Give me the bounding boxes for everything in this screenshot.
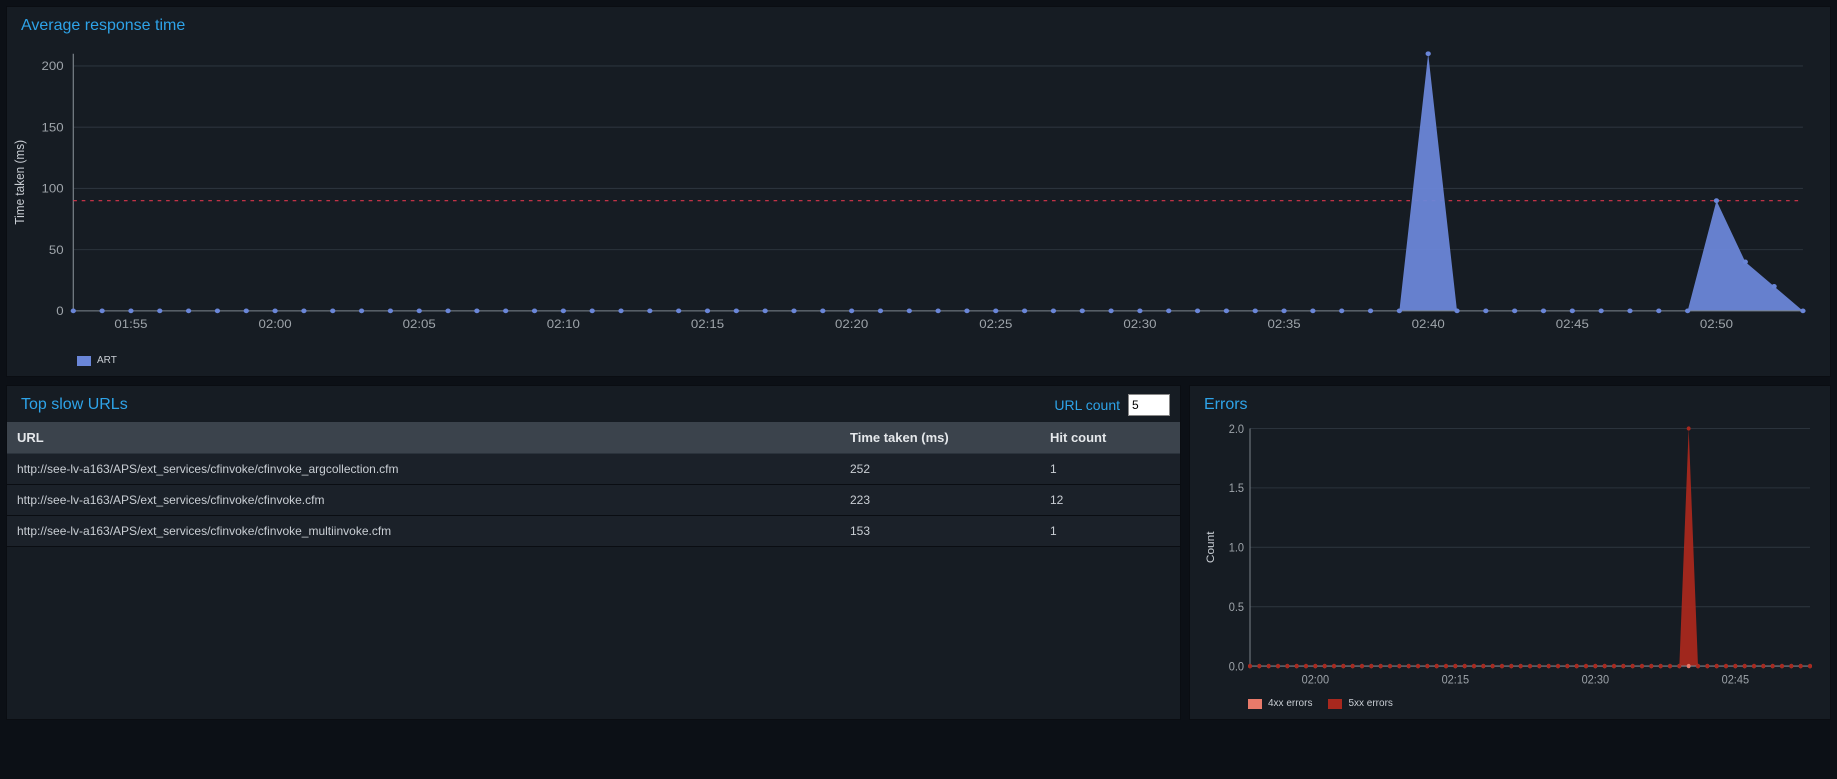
svg-text:02:45: 02:45 bbox=[1722, 674, 1750, 686]
svg-text:0.0: 0.0 bbox=[1229, 661, 1244, 673]
svg-text:02:25: 02:25 bbox=[979, 318, 1012, 331]
svg-text:100: 100 bbox=[42, 182, 64, 195]
cell-hits: 1 bbox=[1040, 516, 1180, 547]
svg-text:1.0: 1.0 bbox=[1229, 542, 1244, 554]
url-count-input[interactable] bbox=[1128, 394, 1170, 416]
errors-legend: 4xx errors 5xx errors bbox=[1190, 692, 1830, 719]
cell-url: http://see-lv-a163/APS/ext_services/cfin… bbox=[7, 485, 840, 516]
svg-text:02:15: 02:15 bbox=[691, 318, 724, 331]
svg-text:02:00: 02:00 bbox=[1302, 674, 1330, 686]
errors-panel: Errors 0.0 0.5 1.0 1.5 2.0 Count 02:00 02:15 02:… bbox=[1189, 385, 1831, 720]
svg-text:2.0: 2.0 bbox=[1229, 423, 1244, 435]
svg-text:150: 150 bbox=[42, 121, 64, 134]
svg-text:Time taken (ms): Time taken (ms) bbox=[12, 140, 27, 225]
legend-swatch-art bbox=[77, 356, 91, 366]
svg-text:Count: Count bbox=[1205, 531, 1217, 564]
svg-text:01:55: 01:55 bbox=[114, 318, 147, 331]
svg-text:02:15: 02:15 bbox=[1442, 674, 1470, 686]
slow-urls-table: URL Time taken (ms) Hit count http://see… bbox=[7, 422, 1180, 547]
top-slow-urls-panel: Top slow URLs URL count URL Time taken (… bbox=[6, 385, 1181, 720]
cell-hits: 1 bbox=[1040, 454, 1180, 485]
svg-text:02:45: 02:45 bbox=[1556, 318, 1589, 331]
panel-title: Top slow URLs bbox=[7, 386, 1180, 422]
cell-time: 223 bbox=[840, 485, 1040, 516]
errors-chart[interactable]: 0.0 0.5 1.0 1.5 2.0 Count 02:00 02:15 02:30 02:45 bbox=[1200, 422, 1820, 692]
col-hits[interactable]: Hit count bbox=[1040, 422, 1180, 454]
cell-url: http://see-lv-a163/APS/ext_services/cfin… bbox=[7, 454, 840, 485]
legend-label-art: ART bbox=[97, 355, 117, 366]
svg-text:50: 50 bbox=[49, 244, 64, 257]
svg-text:02:40: 02:40 bbox=[1412, 318, 1445, 331]
svg-text:02:20: 02:20 bbox=[835, 318, 868, 331]
cell-hits: 12 bbox=[1040, 485, 1180, 516]
legend-label-4xx: 4xx errors bbox=[1268, 698, 1312, 709]
cell-time: 252 bbox=[840, 454, 1040, 485]
svg-text:0: 0 bbox=[56, 305, 63, 318]
legend-label-5xx: 5xx errors bbox=[1348, 698, 1392, 709]
avg-response-time-panel: Average response time 0 50 100 150 200 Time t… bbox=[6, 6, 1831, 377]
table-row[interactable]: http://see-lv-a163/APS/ext_services/cfin… bbox=[7, 485, 1180, 516]
svg-text:02:50: 02:50 bbox=[1700, 318, 1733, 331]
art-legend: ART bbox=[7, 355, 1830, 376]
panel-title: Errors bbox=[1190, 386, 1830, 422]
col-time[interactable]: Time taken (ms) bbox=[840, 422, 1040, 454]
svg-text:02:30: 02:30 bbox=[1582, 674, 1610, 686]
legend-swatch-5xx bbox=[1328, 699, 1342, 709]
svg-text:0.5: 0.5 bbox=[1229, 602, 1244, 614]
url-count-label: URL count bbox=[1054, 397, 1120, 413]
svg-text:02:00: 02:00 bbox=[259, 318, 292, 331]
svg-text:200: 200 bbox=[42, 60, 64, 73]
svg-text:02:30: 02:30 bbox=[1123, 318, 1156, 331]
svg-text:02:05: 02:05 bbox=[403, 318, 436, 331]
svg-text:1.5: 1.5 bbox=[1229, 483, 1244, 495]
svg-text:02:35: 02:35 bbox=[1267, 318, 1300, 331]
panel-title: Average response time bbox=[7, 7, 1830, 43]
legend-swatch-4xx bbox=[1248, 699, 1262, 709]
table-row[interactable]: http://see-lv-a163/APS/ext_services/cfin… bbox=[7, 516, 1180, 547]
svg-text:02:10: 02:10 bbox=[547, 318, 580, 331]
col-url[interactable]: URL bbox=[7, 422, 840, 454]
table-row[interactable]: http://see-lv-a163/APS/ext_services/cfin… bbox=[7, 454, 1180, 485]
avg-response-time-chart[interactable]: 0 50 100 150 200 Time taken (ms) 01:55 02:00 02:… bbox=[7, 43, 1815, 343]
cell-time: 153 bbox=[840, 516, 1040, 547]
cell-url: http://see-lv-a163/APS/ext_services/cfin… bbox=[7, 516, 840, 547]
